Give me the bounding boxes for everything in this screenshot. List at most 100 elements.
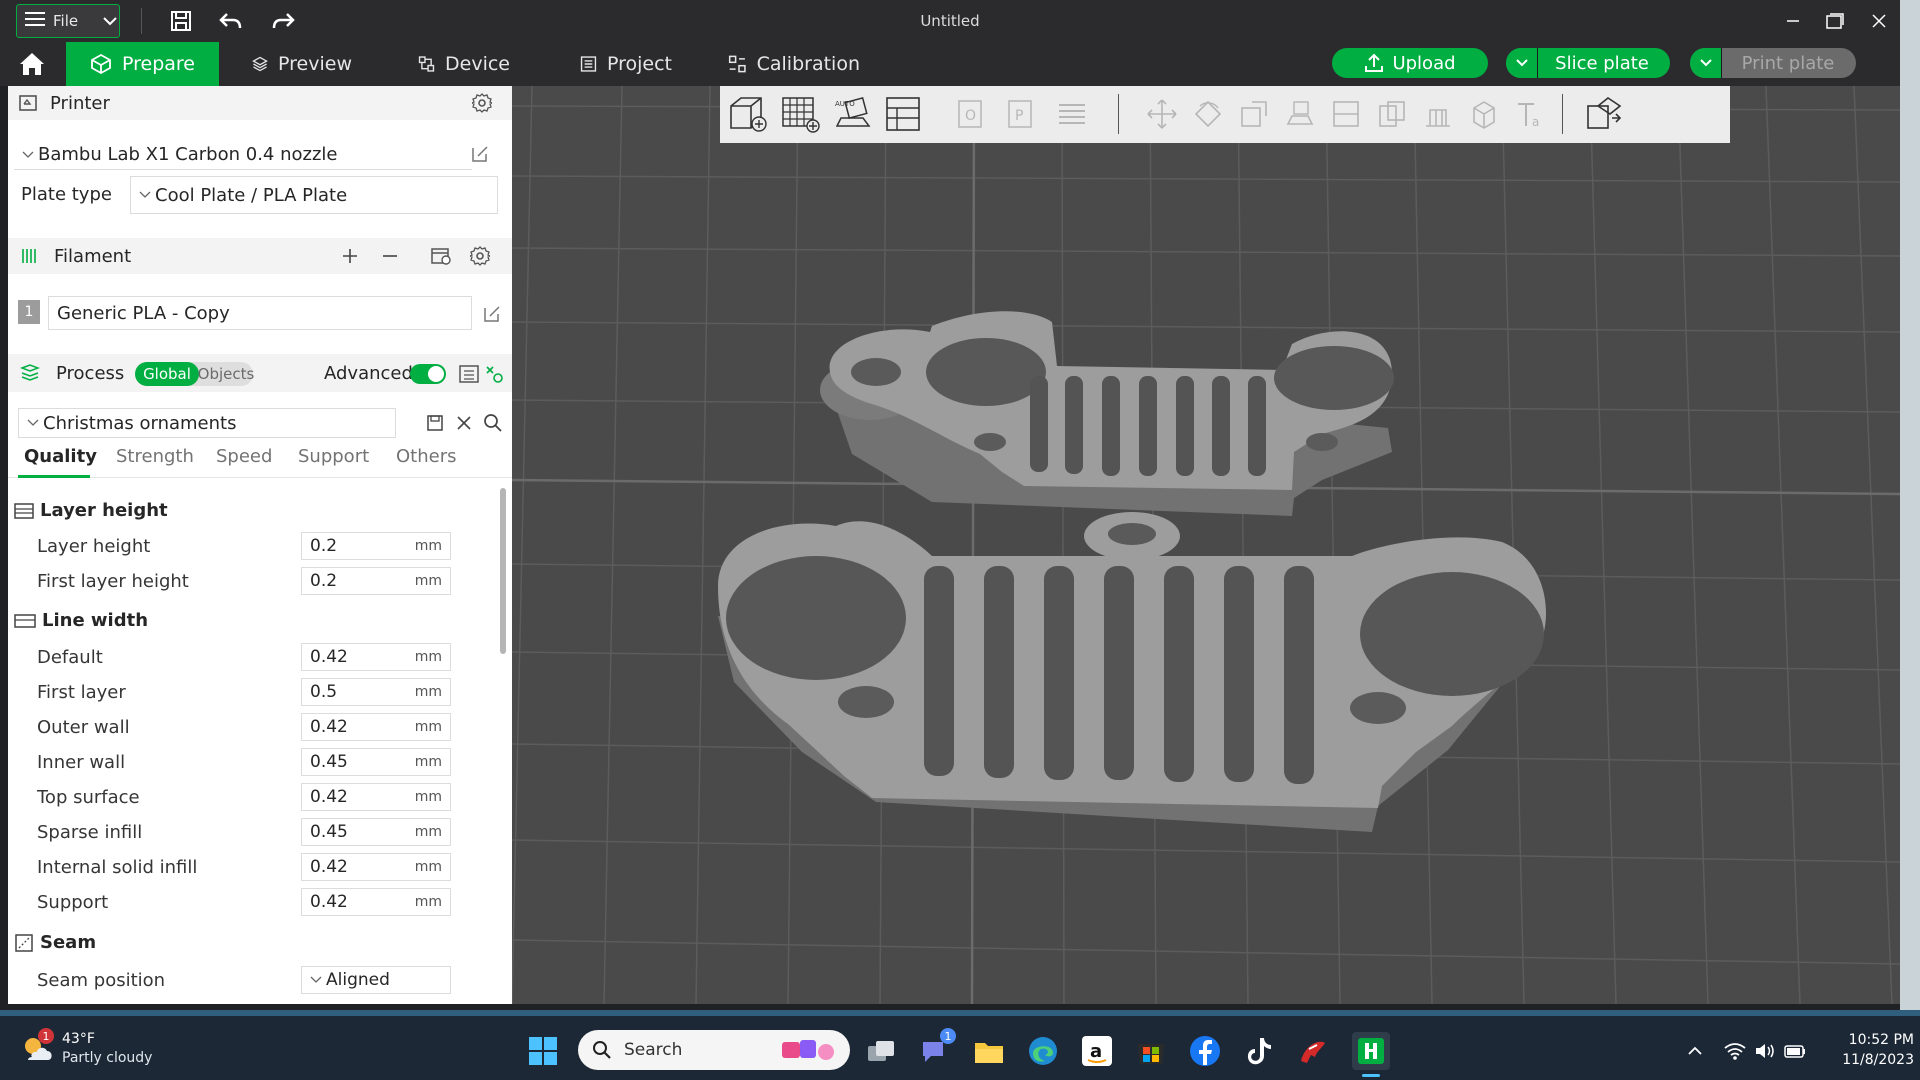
3d-viewport[interactable]: AUTO O P a bbox=[512, 86, 1900, 1004]
filament-preset-select[interactable]: Generic PLA - Copy bbox=[48, 296, 472, 330]
split-objects-icon[interactable]: O bbox=[952, 96, 988, 132]
svg-text:O: O bbox=[965, 108, 976, 124]
first-layer-height-input[interactable]: 0.2 mm bbox=[301, 567, 451, 595]
filament-slot-badge[interactable]: 1 bbox=[18, 300, 40, 324]
text-shape-icon[interactable]: a bbox=[1512, 96, 1548, 132]
tab-support[interactable]: Support bbox=[298, 446, 369, 467]
tab-quality[interactable]: Quality bbox=[24, 446, 97, 467]
support-line-width-input[interactable]: 0.42 mm bbox=[301, 888, 451, 916]
minimize-icon[interactable] bbox=[1776, 0, 1810, 42]
model-small-grille[interactable] bbox=[820, 311, 1394, 516]
teams-chat-icon[interactable]: 1 bbox=[916, 1028, 956, 1070]
layers-editing-icon[interactable] bbox=[1054, 96, 1090, 132]
save-icon[interactable] bbox=[166, 0, 196, 42]
inner-wall-line-width-input[interactable]: 0.45 mm bbox=[301, 748, 451, 776]
close-preset-icon[interactable] bbox=[455, 414, 473, 432]
outer-wall-line-width-input[interactable]: 0.42 mm bbox=[301, 713, 451, 741]
seam-position-select[interactable]: Aligned bbox=[301, 966, 451, 994]
plate-type-select[interactable]: Cool Plate / PLA Plate bbox=[130, 176, 498, 214]
edit-filament-icon[interactable] bbox=[482, 304, 502, 324]
filament-sync-icon[interactable] bbox=[430, 246, 452, 266]
tab-others[interactable]: Others bbox=[396, 446, 457, 467]
support-painting-icon[interactable] bbox=[1420, 96, 1456, 132]
lay-on-face-icon[interactable] bbox=[1282, 96, 1318, 132]
tab-preview[interactable]: Preview bbox=[228, 42, 376, 86]
home-button[interactable] bbox=[8, 44, 56, 84]
active-indicator bbox=[1362, 1074, 1380, 1077]
battery-icon[interactable] bbox=[1776, 1032, 1814, 1070]
seam-painting-icon[interactable] bbox=[1466, 96, 1502, 132]
compare-icon[interactable] bbox=[484, 364, 504, 384]
slice-dropdown-button[interactable] bbox=[1506, 48, 1538, 78]
default-line-width-input[interactable]: 0.42 mm bbox=[301, 643, 451, 671]
show-hidden-icons-icon[interactable] bbox=[1676, 1032, 1714, 1070]
facebook-icon[interactable] bbox=[1186, 1032, 1224, 1070]
weather-temp: 43°F bbox=[62, 1031, 95, 1047]
cut-icon[interactable] bbox=[1328, 96, 1364, 132]
amazon-icon[interactable]: a bbox=[1078, 1032, 1116, 1070]
move-icon[interactable] bbox=[1144, 96, 1180, 132]
undo-icon[interactable] bbox=[216, 0, 246, 42]
arrange-icon[interactable] bbox=[880, 92, 926, 136]
task-view-icon[interactable] bbox=[862, 1032, 900, 1070]
global-objects-toggle[interactable]: Global Objects bbox=[135, 362, 255, 386]
tiktok-icon[interactable] bbox=[1240, 1032, 1278, 1070]
edit-printer-icon[interactable] bbox=[470, 144, 490, 164]
taskbar-search[interactable]: Search bbox=[578, 1030, 850, 1070]
top-surface-line-width-input[interactable]: 0.42 mm bbox=[301, 783, 451, 811]
search-settings-icon[interactable] bbox=[483, 413, 503, 433]
active-app-icon[interactable] bbox=[1352, 1032, 1390, 1070]
menu-dropdown-icon[interactable] bbox=[96, 0, 124, 42]
add-object-icon[interactable] bbox=[726, 92, 772, 136]
internal-solid-infill-line-width-input[interactable]: 0.42 mm bbox=[301, 853, 451, 881]
assembly-view-icon[interactable] bbox=[1582, 92, 1626, 136]
print-dropdown-button[interactable] bbox=[1690, 48, 1722, 78]
printer-preset-select[interactable]: Bambu Lab X1 Carbon 0.4 nozzle bbox=[14, 140, 472, 170]
process-section-header: Process Global Objects Advanced bbox=[8, 354, 512, 392]
tab-strength[interactable]: Strength bbox=[116, 446, 194, 467]
close-icon[interactable] bbox=[1862, 0, 1896, 42]
model-large-grille[interactable] bbox=[718, 512, 1547, 832]
save-preset-icon[interactable] bbox=[426, 414, 444, 432]
object-toolbar: AUTO O P a bbox=[720, 86, 1730, 143]
weather-widget[interactable]: 1 43°F Partly cloudy bbox=[20, 1028, 152, 1068]
auto-orient-icon[interactable]: AUTO bbox=[830, 92, 876, 136]
mesh-boolean-icon[interactable] bbox=[1374, 96, 1410, 132]
tab-calibration[interactable]: Calibration bbox=[704, 42, 884, 86]
advanced-toggle[interactable] bbox=[410, 364, 446, 384]
microsoft-store-icon[interactable] bbox=[1132, 1032, 1170, 1070]
process-preset-select[interactable]: Christmas ornaments bbox=[18, 408, 396, 438]
tab-speed[interactable]: Speed bbox=[216, 446, 272, 467]
filament-settings-gear-icon[interactable] bbox=[470, 246, 490, 266]
printer-settings-gear-icon[interactable] bbox=[472, 93, 492, 113]
bambu-studio-icon[interactable] bbox=[1294, 1032, 1332, 1070]
tab-prepare[interactable]: Prepare bbox=[66, 42, 219, 86]
sparse-infill-line-width-input[interactable]: 0.45 mm bbox=[301, 818, 451, 846]
first-layer-line-width-input[interactable]: 0.5 mm bbox=[301, 678, 451, 706]
upload-button[interactable]: Upload bbox=[1332, 48, 1488, 78]
add-filament-icon[interactable] bbox=[340, 246, 360, 266]
svg-text:AUTO: AUTO bbox=[835, 100, 855, 108]
scale-icon[interactable] bbox=[1236, 96, 1272, 132]
remove-filament-icon[interactable] bbox=[380, 246, 400, 266]
system-clock[interactable]: 10:52 PM 11/8/2023 bbox=[1814, 1030, 1914, 1070]
rotate-icon[interactable] bbox=[1190, 96, 1226, 132]
settings-scrollbar[interactable] bbox=[500, 488, 506, 654]
file-explorer-icon[interactable] bbox=[970, 1032, 1008, 1070]
edge-browser-icon[interactable] bbox=[1024, 1032, 1062, 1070]
advanced-label: Advanced bbox=[324, 362, 413, 384]
global-option[interactable]: Global bbox=[135, 362, 199, 386]
tab-label: Project bbox=[606, 53, 672, 75]
start-button[interactable] bbox=[524, 1032, 562, 1070]
tab-device[interactable]: Device bbox=[394, 42, 534, 86]
add-plate-icon[interactable] bbox=[778, 92, 824, 136]
print-label: Print plate bbox=[1741, 52, 1835, 74]
tab-project[interactable]: Project bbox=[556, 42, 696, 86]
process-list-icon[interactable] bbox=[458, 364, 480, 384]
desktop-edge bbox=[1900, 0, 1920, 1010]
layer-height-input[interactable]: 0.2 mm bbox=[301, 532, 451, 560]
redo-icon[interactable] bbox=[268, 0, 298, 42]
split-parts-icon[interactable]: P bbox=[1002, 96, 1038, 132]
objects-option[interactable]: Objects bbox=[198, 362, 255, 386]
maximize-icon[interactable] bbox=[1818, 0, 1852, 42]
